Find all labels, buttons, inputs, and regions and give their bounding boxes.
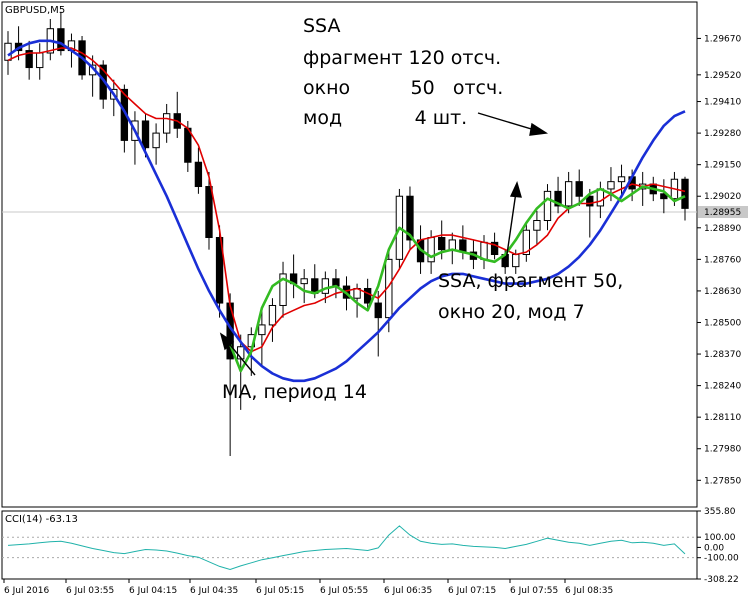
candle-body — [162, 113, 171, 134]
candle-body — [4, 42, 12, 61]
price-tick-label: 1.27980 — [704, 445, 741, 455]
cci-tick-label: 100.00 — [704, 533, 736, 543]
candle-body — [374, 302, 382, 319]
cci-tick-label: -308.22 — [704, 575, 739, 585]
cci-tick-label: 0.00 — [704, 543, 724, 553]
price-tick-label: 1.29410 — [704, 98, 741, 108]
candle-body — [258, 324, 266, 336]
price-tick-label: 1.29020 — [704, 192, 741, 202]
candle-body — [363, 287, 372, 304]
time-tick-label: 6 Jul 06:35 — [384, 586, 432, 596]
candle-body — [480, 241, 488, 260]
candle-body — [36, 52, 44, 69]
time-tick-label: 6 Jul 04:15 — [129, 586, 177, 596]
cci-panel[interactable]: 355.80 100.000.00-100.00 -308.22 — [1, 507, 739, 585]
candle-body — [564, 181, 573, 207]
price-tick-label: 1.28110 — [704, 413, 741, 423]
candle-body — [205, 186, 213, 239]
price-tick-label: 1.27850 — [704, 476, 741, 486]
time-tick-label: 6 Jul 05:15 — [256, 586, 304, 596]
annotation-ssa-50-line: окно 20, мод 7 — [438, 301, 585, 323]
time-tick-label: 6 Jul 08:35 — [565, 586, 613, 596]
annotation-ssa-120-line: мод 4 шт. — [303, 107, 467, 129]
time-tick-label: 6 Jul 07:55 — [510, 586, 558, 596]
candle-body — [268, 304, 277, 326]
chart-root: 1.29670 1.29520 1.29410 1.29280 1.29150 1.290… — [1, 1, 748, 596]
time-axis: 6 Jul 2016 6 Jul 03:55 6 Jul 04:15 6 Jul 04… — [3, 579, 613, 596]
price-tick-label: 1.29670 — [704, 34, 741, 44]
candle-body — [543, 190, 552, 222]
candle-body — [586, 195, 594, 207]
time-tick-label: 6 Jul 2016 — [4, 586, 49, 596]
candle-body — [141, 120, 150, 149]
time-tick-label: 6 Jul 05:55 — [320, 586, 368, 596]
candle-body — [596, 188, 605, 207]
candle-body — [300, 278, 308, 285]
candle-body — [533, 220, 541, 231]
symbol-label: GBPUSD,M5 — [5, 5, 65, 16]
price-tick-label: 1.28630 — [704, 287, 741, 297]
candle-body — [681, 178, 689, 209]
candle-body — [512, 254, 520, 268]
annotation-ssa-120-line: окно 50 отсч. — [303, 77, 503, 99]
annotation-ssa-120-line: SSA — [303, 15, 340, 37]
time-tick-label: 6 Jul 07:15 — [448, 586, 496, 596]
candle-body — [448, 239, 456, 251]
candle-body — [438, 237, 446, 251]
candle-body — [321, 278, 330, 294]
price-tick-label: 1.29280 — [704, 129, 741, 139]
annotation-ssa-50-line: SSA, фрагмент 50, — [438, 270, 623, 292]
candle-body — [575, 181, 583, 197]
price-tick-label: 1.28500 — [704, 318, 741, 328]
price-tick-label: 1.28240 — [704, 382, 741, 392]
time-tick-label: 6 Jul 04:35 — [190, 586, 238, 596]
candle-body — [607, 181, 615, 190]
price-tick-label: 1.28760 — [704, 255, 741, 265]
candle-body — [152, 132, 160, 149]
price-tick-label: 1.29520 — [704, 71, 741, 81]
candle-body — [617, 176, 626, 183]
candle-body — [194, 161, 203, 188]
annotation-ssa-120-line: фрагмент 120 отсч. — [303, 47, 501, 69]
cci-label: CCI(14) -63.13 — [5, 514, 78, 525]
price-tick-label: 1.29150 — [704, 161, 741, 171]
cci-tick-label: 355.80 — [704, 507, 736, 517]
candle-body — [57, 28, 65, 52]
time-tick-label: 6 Jul 03:55 — [66, 586, 114, 596]
price-tick-label: 1.28890 — [704, 224, 741, 234]
cci-tick-label: -100.00 — [704, 554, 739, 564]
current-price-label: 1.28955 — [704, 208, 741, 218]
annotation-ma: MA, период 14 — [222, 381, 367, 403]
price-tick-label: 1.28370 — [704, 350, 741, 360]
